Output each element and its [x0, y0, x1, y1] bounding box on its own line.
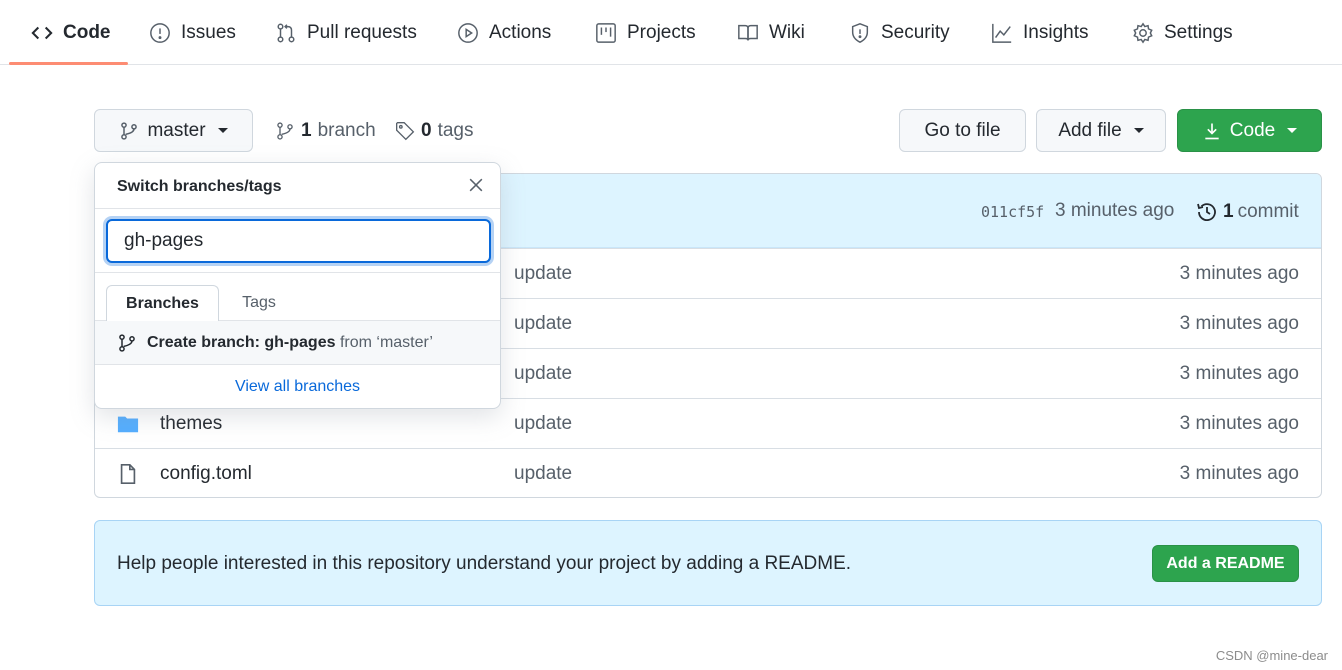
folder-icon	[117, 416, 139, 433]
tags-link[interactable]: 0 tags	[395, 116, 474, 146]
tab-actions[interactable]: Actions	[457, 0, 551, 65]
add-file-button[interactable]: Add file	[1036, 109, 1166, 152]
download-icon	[1205, 123, 1219, 139]
commit-time: 3 minutes ago	[1055, 200, 1175, 221]
add-readme-button[interactable]: Add a README	[1152, 545, 1299, 582]
tab-label: Wiki	[769, 21, 805, 43]
branches-link[interactable]: 1 branch	[275, 116, 376, 146]
tab-label: Tags	[242, 294, 276, 311]
dropdown-header: Switch branches/tags	[95, 163, 500, 209]
commit-age: 3 minutes ago	[1179, 413, 1299, 434]
commit-age: 3 minutes ago	[1179, 363, 1299, 384]
filter-wrapper	[95, 209, 500, 273]
file-name[interactable]: themes	[160, 413, 222, 435]
code-button-label: Code	[1229, 119, 1276, 141]
gear-icon	[1133, 22, 1153, 43]
branch-word: branch	[317, 120, 376, 141]
commit-message[interactable]: update	[514, 263, 572, 285]
commit-history-link[interactable]: 1 commit	[1195, 200, 1299, 224]
project-icon	[596, 22, 616, 43]
commit-message[interactable]: update	[514, 463, 572, 485]
tab-insights[interactable]: Insights	[991, 0, 1088, 65]
file-icon	[120, 464, 136, 484]
repo-nav: Code Issues Pull requests Actions Projec…	[0, 0, 1342, 65]
tab-pull-requests[interactable]: Pull requests	[275, 0, 417, 65]
tab-label: Actions	[489, 21, 552, 43]
tab-label: Code	[63, 21, 111, 43]
active-tab-underline	[9, 62, 128, 65]
commit-message[interactable]: update	[514, 413, 572, 435]
book-icon	[738, 24, 758, 40]
view-all-branches-link[interactable]: View all branches	[95, 378, 500, 396]
add-file-label: Add file	[1058, 119, 1122, 141]
tab-label: Security	[881, 21, 950, 43]
create-branch-item[interactable]: Create branch: gh-pages from ‘master’	[95, 321, 500, 365]
commit-hash[interactable]: 011cf5f	[981, 203, 1044, 221]
git-branch-icon	[121, 121, 138, 140]
code-icon	[31, 26, 53, 39]
add-readme-label: Add a README	[1166, 554, 1285, 572]
table-row[interactable]: config.toml update 3 minutes ago	[95, 448, 1321, 497]
shield-icon	[851, 22, 869, 43]
branch-count: 1	[301, 120, 312, 141]
commit-age: 3 minutes ago	[1179, 263, 1299, 284]
commit-message[interactable]: update	[514, 363, 572, 385]
branch-select-button[interactable]: master	[94, 109, 253, 152]
branch-filter-input[interactable]	[106, 219, 491, 263]
tab-wiki[interactable]: Wiki	[737, 0, 805, 65]
chevron-down-icon	[1287, 128, 1298, 133]
close-icon	[469, 178, 483, 192]
create-branch-label: Create branch: gh-pages	[147, 333, 336, 351]
tab-security[interactable]: Security	[849, 0, 950, 65]
commit-word: commit	[1237, 201, 1299, 222]
branch-name: master	[147, 119, 206, 141]
watermark: CSDN @mine-dear	[1215, 648, 1328, 663]
pull-request-icon	[277, 23, 295, 42]
branch-switch-dropdown: Switch branches/tags Branches Tags Creat…	[94, 162, 501, 409]
history-icon	[1197, 203, 1216, 221]
tab-label: Settings	[1164, 21, 1233, 43]
tab-settings[interactable]: Settings	[1132, 0, 1233, 65]
git-branch-icon	[119, 333, 135, 352]
create-branch-source: from ‘master’	[339, 333, 433, 351]
git-branch-icon	[277, 122, 293, 140]
readme-banner: Help people interested in this repositor…	[94, 520, 1322, 606]
tab-tags[interactable]: Tags	[219, 285, 299, 321]
graph-icon	[992, 23, 1012, 43]
tab-label: Insights	[1023, 21, 1089, 43]
file-name[interactable]: config.toml	[160, 463, 252, 485]
dropdown-tabs: Branches Tags	[95, 273, 500, 322]
dropdown-title: Switch branches/tags	[117, 178, 282, 195]
close-button[interactable]	[466, 175, 486, 195]
tab-label: Issues	[181, 21, 236, 43]
issue-icon	[150, 22, 170, 43]
readme-banner-text: Help people interested in this repositor…	[117, 553, 852, 574]
tag-count: 0	[421, 120, 432, 141]
tab-label: Projects	[627, 21, 696, 43]
tab-code[interactable]: Code	[31, 0, 111, 65]
chevron-down-icon	[217, 128, 228, 133]
tag-word: tags	[437, 120, 474, 141]
tab-projects[interactable]: Projects	[595, 0, 696, 65]
tab-label: Branches	[126, 294, 199, 312]
commit-age: 3 minutes ago	[1179, 463, 1299, 484]
code-button[interactable]: Code	[1177, 109, 1322, 152]
commit-count: 1	[1223, 201, 1234, 222]
tab-issues[interactable]: Issues	[149, 0, 236, 65]
tag-icon	[396, 122, 415, 141]
play-icon	[458, 22, 478, 43]
go-to-file-label: Go to file	[924, 119, 1001, 141]
commit-age: 3 minutes ago	[1179, 313, 1299, 334]
tab-branches[interactable]: Branches	[106, 285, 219, 322]
commit-message[interactable]: update	[514, 313, 572, 335]
go-to-file-button[interactable]: Go to file	[899, 109, 1026, 152]
chevron-down-icon	[1133, 128, 1144, 133]
tab-label: Pull requests	[307, 21, 417, 43]
